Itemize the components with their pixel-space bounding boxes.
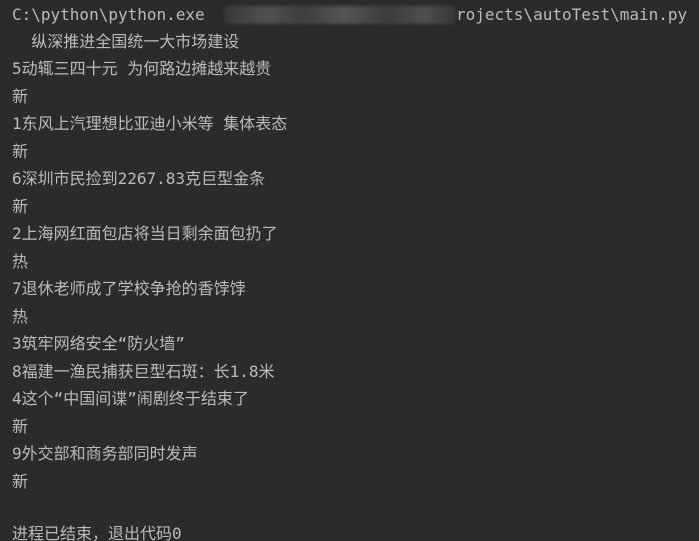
output-line: 7退休老师成了学校争抢的香饽饽 — [12, 279, 246, 298]
output-line: 新 — [12, 197, 29, 216]
output-line: 8福建一渔民捕获巨型石斑：长1.8米 — [12, 362, 275, 381]
output-line: 新 — [12, 87, 29, 106]
output-line: 新 — [12, 472, 29, 491]
run-console-output[interactable]: C:\python\python.exe rojects\autoTest\ma… — [0, 0, 699, 541]
interpreter-path: C:\python\python.exe — [12, 5, 205, 24]
output-line: 热 — [12, 307, 29, 326]
output-line: 3筑牢网络安全“防火墙” — [12, 334, 185, 353]
output-line: 新 — [12, 142, 29, 161]
command-line: C:\python\python.exe rojects\autoTest\ma… — [12, 4, 699, 26]
output-line: 热 — [12, 252, 29, 271]
output-line: 5动辄三四十元 为何路边摊越来越贵 — [12, 59, 272, 78]
redacted-path-segment — [224, 6, 456, 24]
output-line: 9外交部和商务部同时发声 — [12, 444, 198, 463]
script-path: rojects\autoTest\main.py — [456, 5, 688, 24]
output-line: 4这个“中国间谍”闹剧终于结束了 — [12, 389, 249, 408]
output-line: 纵深推进全国统一大市场建设 — [12, 32, 240, 51]
output-line: 6深圳市民捡到2267.83克巨型金条 — [12, 169, 266, 188]
process-exit-message: 进程已结束，退出代码0 — [12, 524, 182, 541]
output-line: 新 — [12, 417, 29, 436]
output-line: 2上海网红面包店将当日剩余面包扔了 — [12, 224, 278, 243]
output-line: 1东风上汽理想比亚迪小米等 集体表态 — [12, 114, 288, 133]
